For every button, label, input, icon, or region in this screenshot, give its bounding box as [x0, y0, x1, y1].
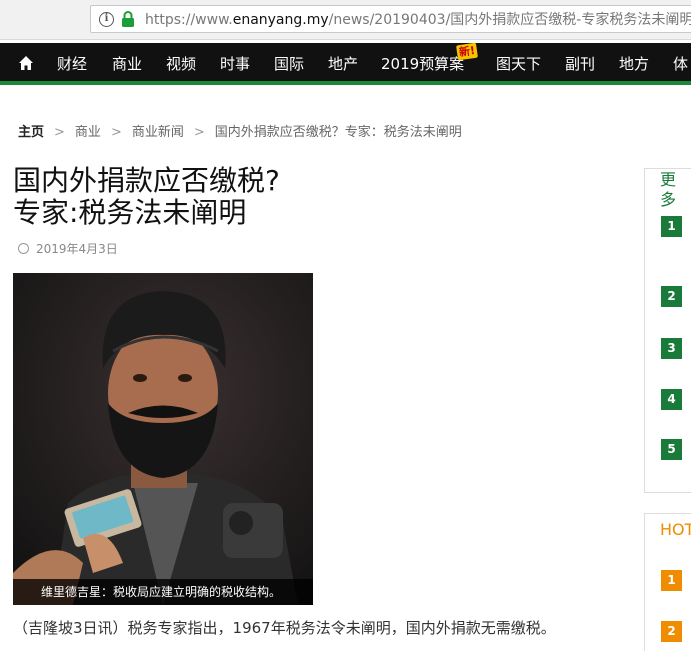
chevron-right-icon: > — [54, 125, 65, 140]
nav-item-business[interactable]: 商业 — [112, 54, 142, 74]
breadcrumb-current: 国内外捐款应否缴税？专家：税务法未阐明 — [214, 125, 462, 140]
nav-item-sports[interactable]: 体 — [673, 54, 688, 74]
url-text: https://www.enanyang.my/news/20190403/国内… — [145, 12, 691, 28]
breadcrumb-home[interactable]: 主页 — [18, 125, 44, 140]
article-lede: （吉隆坡3日讯）税务专家指出，1967年税务法令未阐明，国内外捐款无需缴税。 — [13, 619, 556, 637]
browser-address-bar: i https://www.enanyang.my/news/20190403/… — [0, 0, 691, 40]
nav-item-video[interactable]: 视频 — [166, 54, 196, 74]
nav-item-property[interactable]: 地产 — [328, 54, 358, 74]
nav-item-gallery[interactable]: 图天下 — [496, 54, 541, 74]
article-date-text: 2019年4月3日 — [36, 242, 118, 256]
new-badge: 新! — [456, 43, 478, 61]
sidebar-more-title: 更多 — [660, 170, 677, 209]
breadcrumb: 主页 > 商业 > 商业新闻 > 国内外捐款应否缴税？专家：税务法未阐明 — [18, 125, 462, 141]
lock-icon — [122, 11, 134, 27]
main-nav: 财经 商业 视频 时事 国际 地产 2019预算案 新! 图天下 副刊 地方 体 — [0, 43, 691, 85]
nav-item-current-affairs[interactable]: 时事 — [220, 54, 250, 74]
chevron-right-icon: > — [193, 125, 205, 140]
sidebar-rank-4[interactable]: 4 — [661, 389, 682, 410]
nav-item-supplement[interactable]: 副刊 — [565, 54, 595, 74]
info-icon[interactable]: i — [99, 12, 114, 27]
nav-item-finance[interactable]: 财经 — [57, 54, 87, 74]
article-photo: 维里德吉星：税收局应建立明确的税收结构。 — [13, 273, 313, 605]
breadcrumb-business[interactable]: 商业 — [75, 125, 101, 140]
sidebar-rank-5[interactable]: 5 — [661, 439, 682, 460]
nav-item-local[interactable]: 地方 — [619, 54, 649, 74]
article-title: 国内外捐款应否缴税? 专家:税务法未阐明 — [13, 165, 613, 229]
chevron-right-icon: > — [110, 125, 122, 140]
article-date: 2019年4月3日 — [18, 241, 118, 257]
article-title-line1: 国内外捐款应否缴税? — [13, 164, 280, 197]
url-field[interactable]: i https://www.enanyang.my/news/20190403/… — [90, 5, 691, 33]
sidebar-rank-1[interactable]: 1 — [661, 216, 682, 237]
sidebar-hot-title: HOT — [660, 520, 691, 539]
nav-item-budget-2019[interactable]: 2019预算案 — [381, 54, 464, 74]
sidebar-rank-3[interactable]: 3 — [661, 338, 682, 359]
nav-item-international[interactable]: 国际 — [274, 54, 304, 74]
hot-rank-2[interactable]: 2 — [661, 621, 682, 642]
home-icon[interactable] — [18, 55, 34, 71]
clock-icon — [18, 243, 29, 254]
photo-caption: 维里德吉星：税收局应建立明确的税收结构。 — [13, 579, 313, 605]
hot-rank-1[interactable]: 1 — [661, 570, 682, 591]
photo-illustration — [13, 273, 313, 605]
sidebar-rank-2[interactable]: 2 — [661, 286, 682, 307]
article-title-line2: 专家:税务法未阐明 — [13, 196, 247, 229]
breadcrumb-business-news[interactable]: 商业新闻 — [132, 125, 184, 140]
